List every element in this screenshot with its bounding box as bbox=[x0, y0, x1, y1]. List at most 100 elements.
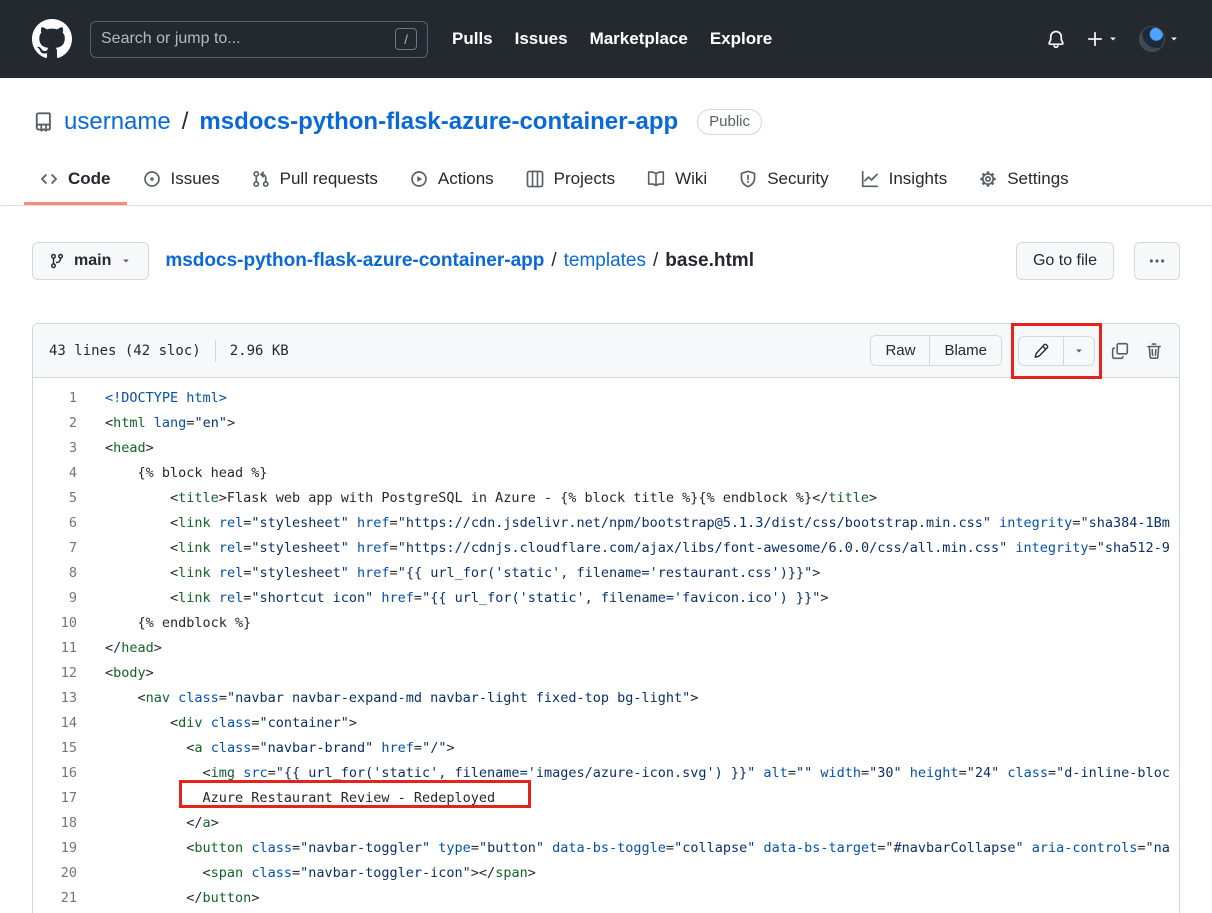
line-content: <span class="navbar-toggler-icon"></span… bbox=[77, 861, 1179, 886]
line-number[interactable]: 15 bbox=[33, 736, 77, 761]
insights-icon bbox=[861, 170, 879, 188]
line-number[interactable]: 21 bbox=[33, 886, 77, 911]
line-number[interactable]: 14 bbox=[33, 711, 77, 736]
line-number[interactable]: 17 bbox=[33, 786, 77, 811]
branch-selector[interactable]: main bbox=[32, 242, 149, 280]
top-nav-explore[interactable]: Explore bbox=[710, 29, 772, 49]
repo-owner-link[interactable]: username bbox=[64, 108, 171, 136]
line-number[interactable]: 20 bbox=[33, 861, 77, 886]
code-line: 11</head> bbox=[33, 636, 1179, 661]
tab-label: Projects bbox=[554, 169, 615, 189]
line-content: <link rel="stylesheet" href="https://cdn… bbox=[77, 511, 1179, 536]
go-to-file-button[interactable]: Go to file bbox=[1016, 242, 1114, 280]
breadcrumb-separator: / bbox=[653, 250, 658, 272]
pencil-icon bbox=[1033, 343, 1049, 359]
tab-pull-requests[interactable]: Pull requests bbox=[236, 156, 394, 205]
line-number[interactable]: 12 bbox=[33, 661, 77, 686]
copy-icon bbox=[1111, 342, 1129, 360]
pull-requests-icon bbox=[252, 170, 270, 188]
breadcrumb-dir-templates[interactable]: templates bbox=[564, 250, 646, 272]
line-number[interactable]: 16 bbox=[33, 761, 77, 786]
line-content: <link rel="stylesheet" href="https://cdn… bbox=[77, 536, 1179, 561]
line-number[interactable]: 6 bbox=[33, 511, 77, 536]
tab-label: Settings bbox=[1007, 169, 1068, 189]
tab-issues[interactable]: Issues bbox=[127, 156, 236, 205]
avatar bbox=[1139, 26, 1165, 52]
code-line: 7 <link rel="stylesheet" href="https://c… bbox=[33, 536, 1179, 561]
repo-title-row: username / msdocs-python-flask-azure-con… bbox=[0, 108, 1212, 136]
notifications-button[interactable] bbox=[1046, 29, 1066, 49]
github-logo-icon[interactable] bbox=[32, 19, 72, 59]
security-icon bbox=[739, 170, 757, 188]
code-line: 2<html lang="en"> bbox=[33, 411, 1179, 436]
main-content: main msdocs-python-flask-azure-container… bbox=[0, 242, 1212, 913]
tab-label: Pull requests bbox=[280, 169, 378, 189]
git-branch-icon bbox=[49, 253, 65, 269]
copy-raw-button[interactable] bbox=[1111, 342, 1129, 360]
line-content: </button> bbox=[77, 886, 1179, 911]
repo-title-separator: / bbox=[182, 108, 189, 136]
delete-file-button[interactable] bbox=[1145, 342, 1163, 360]
create-new-button[interactable] bbox=[1086, 30, 1119, 48]
line-number[interactable]: 4 bbox=[33, 461, 77, 486]
file-nav-actions: Go to file bbox=[1016, 242, 1180, 280]
file-header: 43 lines (42 sloc) 2.96 KB Raw Blame bbox=[33, 324, 1179, 378]
blame-button[interactable]: Blame bbox=[930, 336, 1001, 365]
top-nav-marketplace[interactable]: Marketplace bbox=[590, 29, 688, 49]
tab-label: Issues bbox=[171, 169, 220, 189]
top-header: Search or jump to... / Pulls Issues Market… bbox=[0, 0, 1212, 78]
tab-security[interactable]: Security bbox=[723, 156, 844, 205]
code-line: 12<body> bbox=[33, 661, 1179, 686]
repo-name-link[interactable]: msdocs-python-flask-azure-container-app bbox=[199, 108, 678, 136]
search-input[interactable]: Search or jump to... / bbox=[90, 21, 428, 58]
code-line: 4 {% block head %} bbox=[33, 461, 1179, 486]
profile-menu-button[interactable] bbox=[1139, 26, 1180, 52]
tab-code[interactable]: Code bbox=[24, 156, 127, 205]
file-lines-info: 43 lines (42 sloc) bbox=[49, 343, 201, 359]
caret-down-icon bbox=[1073, 345, 1085, 357]
tab-projects[interactable]: Projects bbox=[510, 156, 631, 205]
plus-icon bbox=[1086, 30, 1104, 48]
code-icon bbox=[40, 170, 58, 188]
line-content: Azure Restaurant Review - Redeployed bbox=[77, 786, 1179, 811]
breadcrumb-file-base.html: base.html bbox=[665, 250, 754, 272]
divider bbox=[215, 340, 216, 362]
kebab-icon bbox=[1148, 252, 1166, 270]
edit-dropdown-button[interactable] bbox=[1064, 337, 1094, 365]
raw-blame-group: Raw Blame bbox=[870, 335, 1002, 366]
line-content: <button class="navbar-toggler" type="but… bbox=[77, 836, 1179, 861]
line-number[interactable]: 2 bbox=[33, 411, 77, 436]
line-number[interactable]: 8 bbox=[33, 561, 77, 586]
line-number[interactable]: 11 bbox=[33, 636, 77, 661]
slash-shortcut-key: / bbox=[395, 28, 417, 50]
tab-settings[interactable]: Settings bbox=[963, 156, 1084, 205]
actions-icon bbox=[410, 170, 428, 188]
file-header-actions: Raw Blame bbox=[870, 335, 1163, 366]
line-number[interactable]: 10 bbox=[33, 611, 77, 636]
edit-file-button[interactable] bbox=[1019, 337, 1064, 365]
breadcrumb-repo-msdocs-python-flask-azure-container-app[interactable]: msdocs-python-flask-azure-container-app bbox=[165, 250, 544, 272]
line-number[interactable]: 18 bbox=[33, 811, 77, 836]
line-number[interactable]: 3 bbox=[33, 436, 77, 461]
github-file-page: Search or jump to... / Pulls Issues Market… bbox=[0, 0, 1212, 913]
file-nav-row: main msdocs-python-flask-azure-container… bbox=[32, 242, 1180, 280]
tab-wiki[interactable]: Wiki bbox=[631, 156, 723, 205]
line-number[interactable]: 5 bbox=[33, 486, 77, 511]
top-nav-issues[interactable]: Issues bbox=[515, 29, 568, 49]
line-number[interactable]: 13 bbox=[33, 686, 77, 711]
more-options-button[interactable] bbox=[1134, 242, 1180, 280]
tab-label: Actions bbox=[438, 169, 494, 189]
tab-insights[interactable]: Insights bbox=[845, 156, 964, 205]
line-number[interactable]: 7 bbox=[33, 536, 77, 561]
tab-label: Security bbox=[767, 169, 828, 189]
caret-down-icon bbox=[120, 255, 132, 267]
tab-actions[interactable]: Actions bbox=[394, 156, 510, 205]
top-nav-pulls[interactable]: Pulls bbox=[452, 29, 493, 49]
top-nav: Pulls Issues Marketplace Explore bbox=[452, 29, 772, 49]
code-line: 10 {% endblock %} bbox=[33, 611, 1179, 636]
raw-button[interactable]: Raw bbox=[871, 336, 930, 365]
line-number[interactable]: 1 bbox=[33, 386, 77, 411]
line-number[interactable]: 19 bbox=[33, 836, 77, 861]
line-number[interactable]: 9 bbox=[33, 586, 77, 611]
breadcrumb: msdocs-python-flask-azure-container-app /… bbox=[165, 250, 754, 272]
